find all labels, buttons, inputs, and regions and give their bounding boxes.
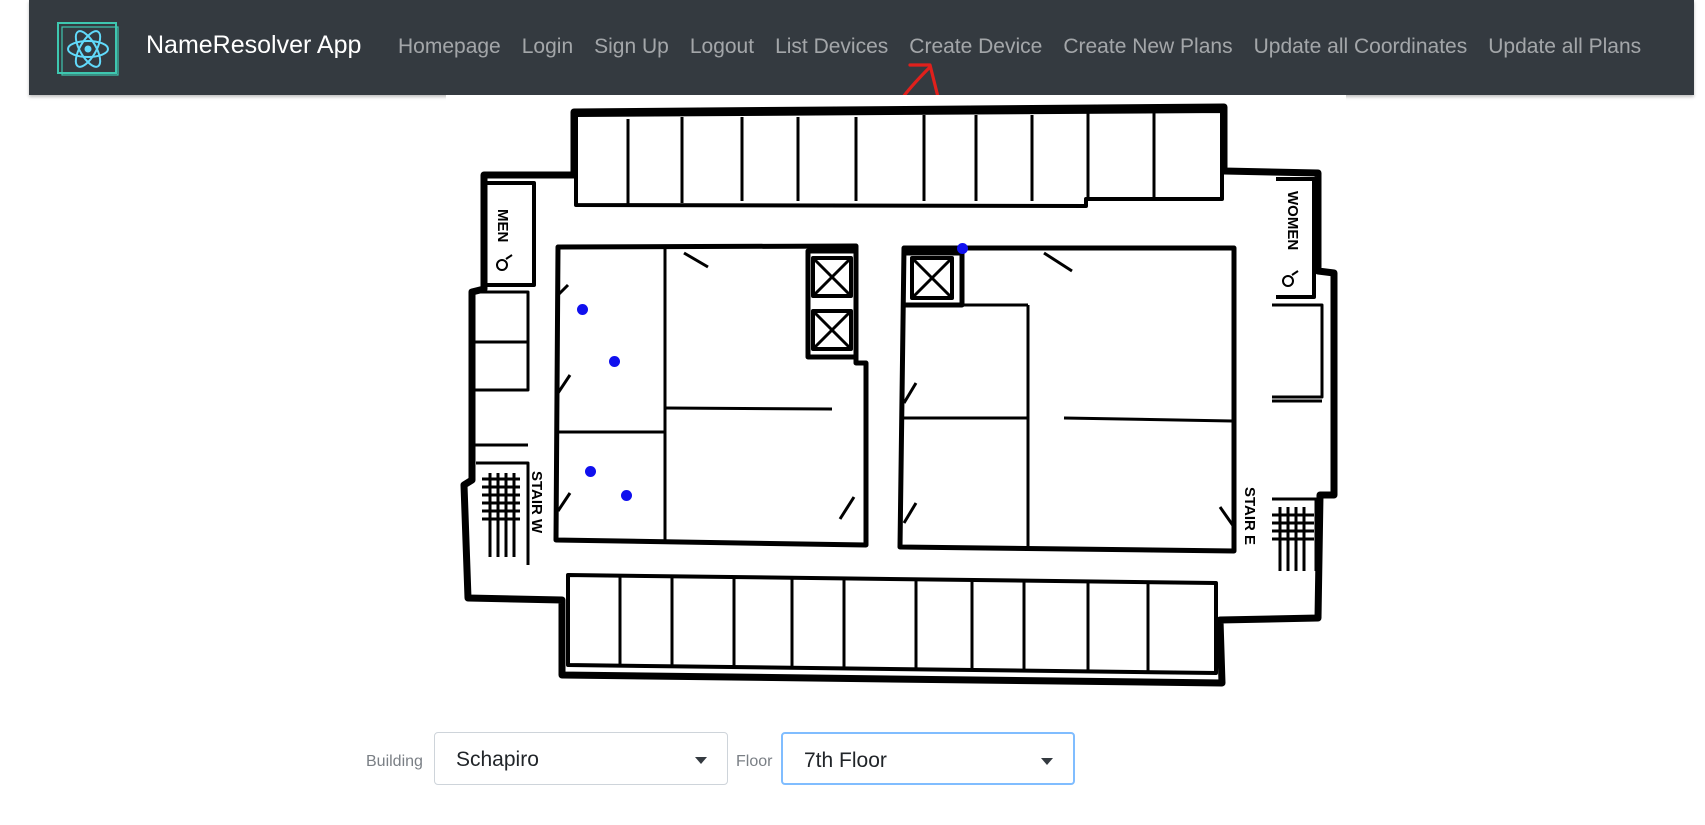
room-label-women: WOMEN <box>1284 191 1301 250</box>
device-marker[interactable] <box>577 304 588 315</box>
floor-plan-drawing: MEN WOMEN STAIR W STAIR E <box>460 103 1338 687</box>
nav-link-login[interactable]: Login <box>522 35 573 59</box>
nav-links: Homepage Login Sign Up Logout List Devic… <box>398 35 1694 59</box>
building-select[interactable]: Schapiro <box>434 732 728 785</box>
device-marker[interactable] <box>957 243 968 254</box>
wheelchair-icon <box>496 254 1299 287</box>
room-label-men: MEN <box>494 209 511 242</box>
nav-link-update-all-plans[interactable]: Update all Plans <box>1488 35 1641 59</box>
nav-link-logout[interactable]: Logout <box>690 35 754 59</box>
room-label-stair-w: STAIR W <box>528 471 545 534</box>
device-marker[interactable] <box>609 356 620 367</box>
device-marker[interactable] <box>621 490 632 501</box>
navbar: NameResolver App Homepage Login Sign Up … <box>29 0 1694 95</box>
plan-selector-form: Building Schapiro Floor 7th Floor <box>0 732 1705 788</box>
chevron-down-icon <box>1041 758 1053 765</box>
floor-plan: MEN WOMEN STAIR W STAIR E <box>446 95 1346 695</box>
nav-link-update-all-coordinates[interactable]: Update all Coordinates <box>1254 35 1468 59</box>
building-label: Building <box>366 753 423 770</box>
app-brand[interactable]: NameResolver App <box>146 31 361 60</box>
chevron-down-icon <box>695 757 707 764</box>
floor-label: Floor <box>736 753 773 770</box>
nav-link-homepage[interactable]: Homepage <box>398 35 501 59</box>
floor-select[interactable]: 7th Floor <box>781 732 1075 785</box>
nav-link-sign-up[interactable]: Sign Up <box>594 35 669 59</box>
react-atom-logo-icon[interactable] <box>57 22 119 76</box>
building-select-value: Schapiro <box>456 748 539 771</box>
room-label-stair-e: STAIR E <box>1241 487 1258 545</box>
floor-select-value: 7th Floor <box>804 749 887 772</box>
device-marker[interactable] <box>585 466 596 477</box>
nav-link-create-new-plans[interactable]: Create New Plans <box>1063 35 1232 59</box>
